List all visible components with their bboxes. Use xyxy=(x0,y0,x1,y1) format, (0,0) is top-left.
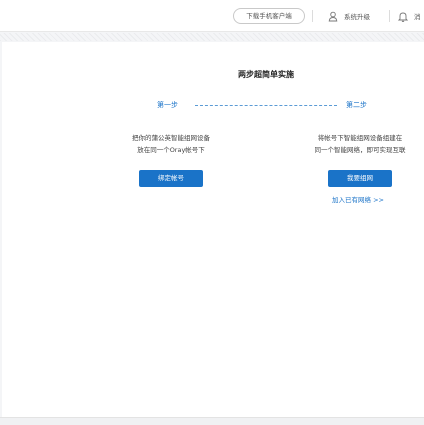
step1-description-line1: 把你的蒲公英智能组网设备 xyxy=(132,134,210,142)
divider xyxy=(312,10,313,22)
step1-label: 第一步 xyxy=(157,101,178,109)
system-upgrade-label: 系统升级 xyxy=(344,13,370,21)
join-existing-network-link[interactable]: 加入已有网络 >> xyxy=(332,194,384,204)
page-title: 两步超简单实施 xyxy=(238,70,294,79)
step1-description: 把你的蒲公英智能组网设备 放在同一个Oray帐号下 xyxy=(96,132,246,156)
system-upgrade-menu[interactable]: 系统升级 xyxy=(328,9,370,23)
bell-icon xyxy=(398,12,408,22)
step1-description-line2: 放在同一个Oray帐号下 xyxy=(137,146,205,154)
bind-account-button[interactable]: 绑定帐号 xyxy=(139,170,203,187)
create-network-button[interactable]: 我要组网 xyxy=(328,170,392,187)
divider xyxy=(389,10,390,22)
download-mobile-client-button[interactable]: 下载手机客户端 xyxy=(233,8,305,24)
step2-label: 第二步 xyxy=(346,101,367,109)
top-bar: 下载手机客户端 系统升级 消 xyxy=(0,0,424,32)
step2-description-line2: 同一个智能网络，即可实现互联 xyxy=(314,146,406,154)
step2-description: 将帐号下智能组网设备组建在 同一个智能网络，即可实现互联 xyxy=(285,132,424,156)
main-panel xyxy=(2,42,424,417)
decorative-pattern xyxy=(0,33,424,41)
step2-description-line1: 将帐号下智能组网设备组建在 xyxy=(317,134,403,142)
user-shield-icon xyxy=(328,11,338,21)
footer-strip xyxy=(0,417,424,425)
step-connector-line xyxy=(195,105,337,106)
notifications-label: 消 xyxy=(414,13,421,21)
notifications-menu[interactable]: 消 xyxy=(398,9,421,23)
